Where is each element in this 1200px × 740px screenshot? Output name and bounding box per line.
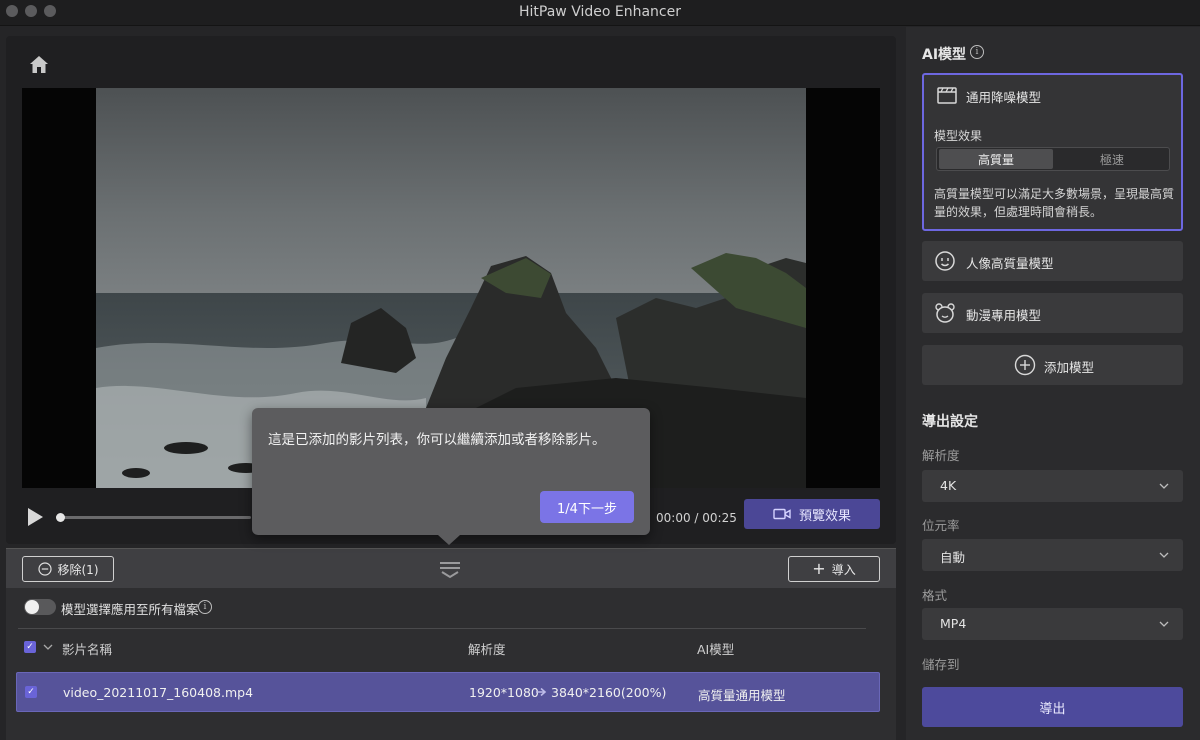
effect-option-fast[interactable]: 極速 xyxy=(1055,148,1169,170)
model-card-denoise[interactable]: 通用降噪模型 模型效果 高質量 極速 高質量模型可以滿足大多數場景，呈現最高質量… xyxy=(922,73,1183,231)
tooltip-next-button[interactable]: 1/4下一步 xyxy=(540,491,634,523)
app-window: HitPaw Video Enhancer 00:00 / 00:25 預覽效果… xyxy=(0,0,1200,740)
row-checkbox[interactable]: ✓ xyxy=(25,686,37,698)
video-name-cell: video_20211017_160408.mp4 xyxy=(63,685,254,700)
onboarding-tooltip: 這是已添加的影片列表，你可以繼續添加或者移除影片。 1/4下一步 xyxy=(252,408,650,545)
collapse-list-icon[interactable] xyxy=(438,559,462,579)
info-icon[interactable]: i xyxy=(198,600,212,614)
tooltip-text: 這是已添加的影片列表，你可以繼續添加或者移除影片。 xyxy=(268,432,606,448)
remove-label: 移除(1) xyxy=(57,562,99,577)
home-button[interactable] xyxy=(26,51,52,77)
apply-all-toggle[interactable] xyxy=(24,599,56,615)
resolution-from-cell: 1920*1080 xyxy=(469,685,539,700)
resolution-select[interactable]: 4K xyxy=(922,470,1183,502)
column-header-ai-model: AI模型 xyxy=(697,642,735,657)
model-effect-label: 模型效果 xyxy=(934,129,983,143)
list-toolbar: 移除(1) + 導入 xyxy=(6,548,896,588)
export-settings-title: 導出設定 xyxy=(922,414,978,430)
model-description: 高質量模型可以滿足大多數場景，呈現最高質量的效果，但處理時間會稍長。 xyxy=(934,187,1175,219)
time-readout: 00:00 / 00:25 xyxy=(656,511,737,525)
arrow-right-icon xyxy=(536,687,547,697)
resolution-value: 4K xyxy=(940,478,957,493)
bitrate-select[interactable]: 自動 xyxy=(922,539,1183,571)
home-icon xyxy=(30,55,48,73)
apply-all-label: 模型選擇應用至所有檔案 xyxy=(61,602,199,617)
tooltip-arrow xyxy=(438,535,460,545)
column-header-name: 影片名稱 xyxy=(62,642,113,657)
table-row[interactable]: ✓ video_20211017_160408.mp4 1920*1080 38… xyxy=(16,672,880,712)
chevron-down-icon xyxy=(1159,552,1169,558)
preview-effect-label: 預覽效果 xyxy=(798,508,851,524)
ai-model-title: AI模型 xyxy=(922,47,967,63)
preview-effect-button[interactable]: 預覽效果 xyxy=(744,499,880,529)
settings-sidebar: AI模型 i 通用降噪模型 模型效果 高質量 極速 高質量模型可以滿足大多數場景… xyxy=(906,27,1200,740)
chevron-down-icon xyxy=(1159,483,1169,489)
resolution-to-cell: 3840*2160(200%) xyxy=(551,685,667,700)
window-title: HitPaw Video Enhancer xyxy=(519,4,681,20)
format-select[interactable]: MP4 xyxy=(922,608,1183,640)
format-label: 格式 xyxy=(922,588,948,603)
plus-circle-icon xyxy=(1014,354,1036,376)
model-name-portrait: 人像高質量模型 xyxy=(966,256,1054,271)
export-button[interactable]: 導出 xyxy=(922,687,1183,727)
timeline-handle[interactable] xyxy=(56,513,65,522)
select-all-checkbox[interactable]: ✓ xyxy=(24,641,36,653)
save-to-label: 儲存到 xyxy=(922,657,960,672)
title-bar: HitPaw Video Enhancer xyxy=(0,0,1200,26)
model-card-portrait[interactable]: 人像高質量模型 xyxy=(922,241,1183,281)
play-icon[interactable] xyxy=(24,506,46,528)
plus-icon: + xyxy=(812,559,826,578)
remove-button[interactable]: 移除(1) xyxy=(22,556,114,582)
bear-icon xyxy=(935,303,955,323)
film-icon xyxy=(937,87,957,104)
chevron-down-icon xyxy=(1159,621,1169,627)
timeline-track[interactable] xyxy=(56,516,251,519)
column-header-resolution: 解析度 xyxy=(468,642,506,657)
video-camera-icon xyxy=(773,508,791,520)
bitrate-value: 自動 xyxy=(940,550,966,565)
resolution-label: 解析度 xyxy=(922,448,960,463)
model-name-anime: 動漫專用模型 xyxy=(966,308,1042,323)
model-effect-segmented-control: 高質量 極速 xyxy=(936,147,1170,171)
bitrate-label: 位元率 xyxy=(922,518,960,533)
ai-model-cell: 高質量通用模型 xyxy=(698,688,786,703)
import-label: 導入 xyxy=(831,562,856,577)
add-model-label: 添加模型 xyxy=(1044,360,1095,375)
effect-option-high-quality[interactable]: 高質量 xyxy=(939,149,1053,169)
face-icon xyxy=(935,251,955,271)
list-divider xyxy=(18,628,866,629)
model-name-denoise: 通用降噪模型 xyxy=(966,90,1042,105)
format-value: MP4 xyxy=(940,616,967,631)
video-list-panel: 模型選擇應用至所有檔案 i ✓ 影片名稱 解析度 AI模型 ✓ video_20… xyxy=(6,588,896,740)
model-card-anime[interactable]: 動漫專用模型 xyxy=(922,293,1183,333)
minus-circle-icon xyxy=(37,562,52,576)
add-model-button[interactable]: 添加模型 xyxy=(922,345,1183,385)
ai-model-info-icon[interactable]: i xyxy=(970,45,984,59)
import-button[interactable]: + 導入 xyxy=(788,556,880,582)
chevron-down-icon[interactable] xyxy=(43,643,53,651)
